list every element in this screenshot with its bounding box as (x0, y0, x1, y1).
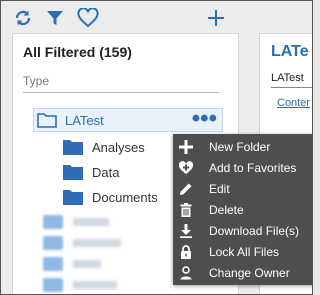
folder-icon (43, 278, 63, 292)
tab-contents[interactable]: Conter (277, 97, 310, 109)
type-filter-underline (23, 92, 219, 93)
details-title: LATe (271, 43, 309, 60)
details-subtitle: LATest (271, 72, 304, 84)
folder-icon (43, 236, 63, 250)
menu-item-label: Delete (209, 202, 244, 217)
folder-icon (63, 190, 83, 205)
menu-item-edit[interactable]: Edit (173, 178, 312, 199)
folder-icon (43, 257, 63, 271)
menu-item-label: New Folder (209, 139, 271, 154)
favorite-icon[interactable] (77, 8, 99, 28)
pencil-icon (180, 183, 192, 195)
menu-item-change-owner[interactable]: Change Owner (173, 262, 312, 283)
heart-plus-icon (179, 160, 193, 174)
obscured-label (73, 260, 101, 268)
menu-item-label: Download File(s) (209, 223, 300, 238)
context-menu: New Folder Add to Favorites Edit Delete (173, 134, 312, 285)
obscured-tree-item[interactable] (43, 277, 117, 293)
obscured-label (73, 239, 121, 247)
tree-item-label: Data (92, 164, 120, 180)
menu-item-label: Change Owner (209, 265, 290, 280)
tree-item-label: LATest (65, 112, 104, 128)
tree-item-documents[interactable]: Documents (63, 186, 158, 208)
obscured-label (73, 218, 109, 226)
menu-item-new-folder[interactable]: New Folder (173, 136, 312, 157)
menu-item-label: Add to Favorites (209, 160, 297, 175)
download-icon (180, 223, 192, 238)
tree-item-analyses[interactable]: Analyses (63, 136, 145, 158)
type-filter-label[interactable]: Type (23, 74, 49, 88)
folder-icon (43, 215, 63, 229)
menu-item-label: Lock All Files (209, 244, 280, 259)
menu-item-lock-all-files[interactable]: Lock All Files (173, 241, 312, 262)
menu-item-label: Edit (209, 181, 230, 196)
folder-icon (63, 165, 83, 180)
menu-item-download-files[interactable]: Download File(s) (173, 220, 312, 241)
app-window: All Filtered (159) Type LATest ••• Analy… (0, 0, 313, 295)
obscured-tree-item[interactable] (43, 214, 109, 230)
panel-title: All Filtered (159) (23, 44, 132, 60)
tree-item-data[interactable]: Data (63, 161, 119, 183)
plus-icon (179, 139, 193, 154)
folder-icon (63, 140, 83, 155)
tree-item-label: Documents (92, 189, 158, 205)
obscured-label (73, 281, 117, 289)
user-icon (180, 265, 192, 279)
divider (271, 87, 312, 88)
add-icon[interactable] (207, 8, 225, 28)
trash-icon (180, 202, 192, 217)
obscured-tree-item[interactable] (43, 235, 121, 251)
menu-item-delete[interactable]: Delete (173, 199, 312, 220)
toolbar (1, 1, 312, 35)
folder-outline-icon (37, 113, 57, 128)
more-options-icon[interactable]: ••• (192, 107, 217, 131)
obscured-tree-item[interactable] (43, 256, 101, 272)
tree-item-latest[interactable]: LATest ••• (33, 107, 223, 132)
lock-icon (181, 244, 191, 259)
refresh-icon[interactable] (13, 8, 33, 28)
tree-item-label: Analyses (92, 139, 145, 155)
menu-item-add-to-favorites[interactable]: Add to Favorites (173, 157, 312, 178)
filter-icon[interactable] (45, 8, 65, 28)
